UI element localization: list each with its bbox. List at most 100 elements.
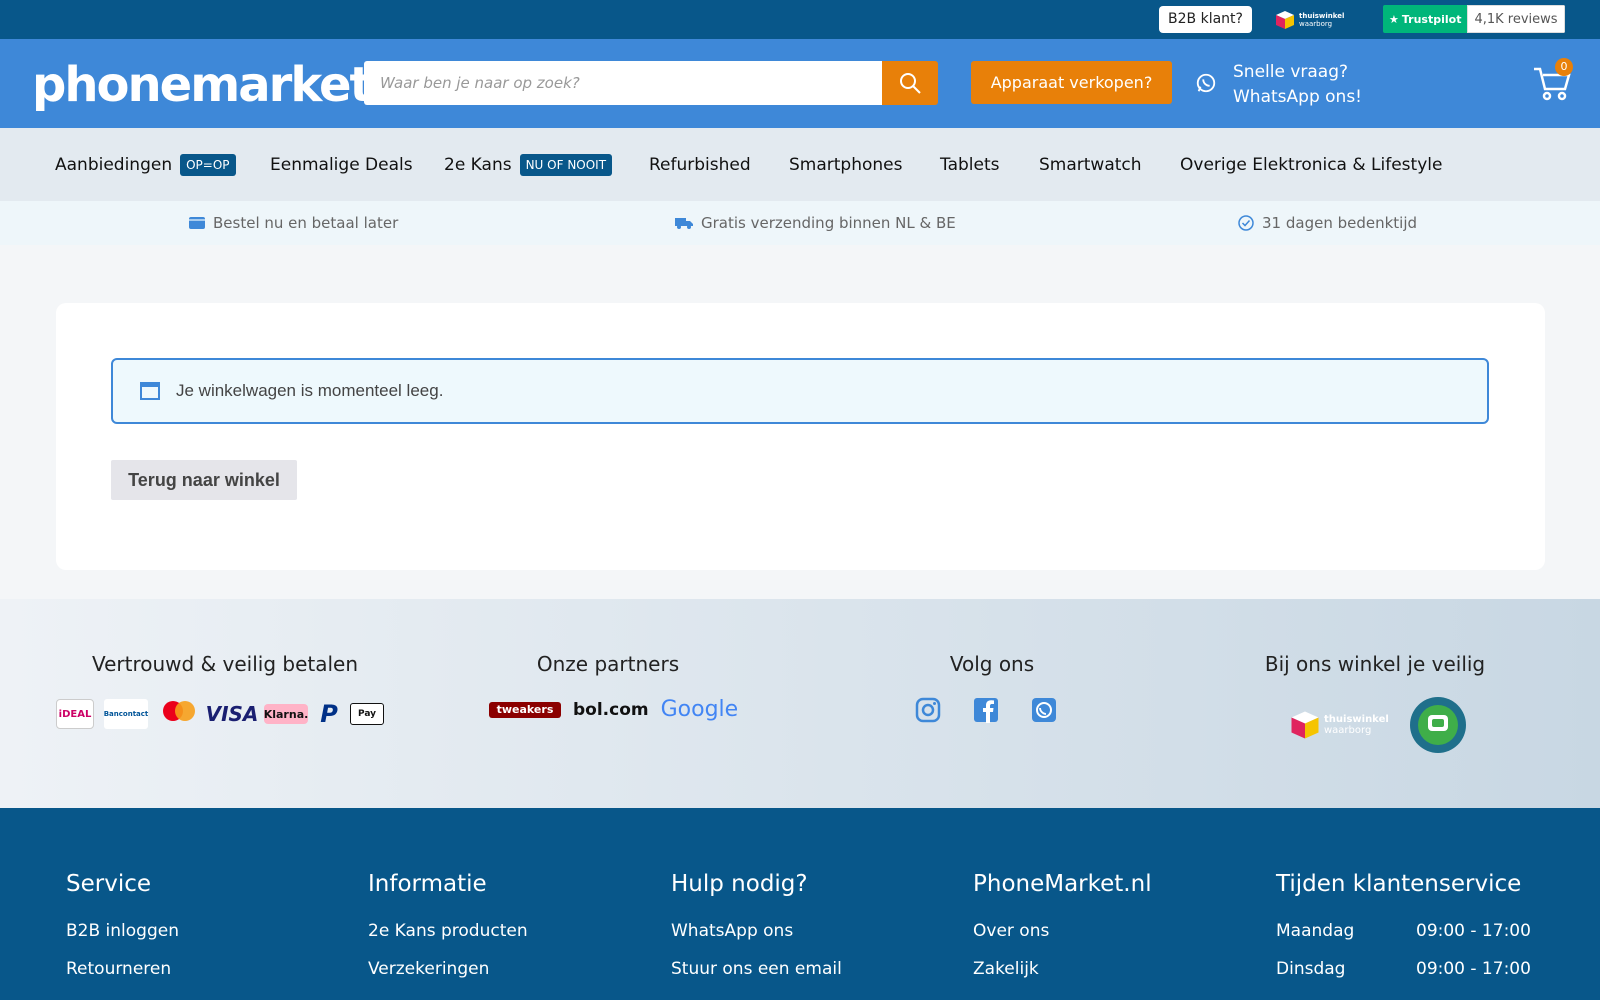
nav-item-tablets[interactable]: Tablets: [940, 128, 999, 201]
footer-link[interactable]: Zakelijk: [973, 959, 1039, 979]
nav-item-overige[interactable]: Overige Elektronica & Lifestyle: [1180, 128, 1442, 201]
bancontact-logo: Bancontact: [104, 699, 148, 729]
site-logo[interactable]: phonemarket: [32, 57, 372, 113]
main-nav: Aanbiedingen OP=OP Eenmalige Deals 2e Kan…: [0, 128, 1600, 201]
whatsapp-icon[interactable]: [1195, 72, 1217, 94]
footer-col-title: Service: [66, 871, 152, 897]
thuiswinkel-footer-logo: thuiswinkel waarborg: [1290, 710, 1389, 740]
nav-badge: OP=OP: [180, 153, 236, 176]
footer-col-title: Tijden klantenservice: [1276, 871, 1522, 897]
usp-label: Gratis verzending binnen NL & BE: [701, 214, 956, 232]
footer-link[interactable]: Over ons: [973, 921, 1049, 941]
header: phonemarket Apparaat verkopen? Snelle vr…: [0, 39, 1600, 128]
check-circle-icon: [1238, 215, 1254, 231]
footer-col-title: Informatie: [368, 871, 487, 897]
wallet-icon: [189, 217, 205, 229]
empty-cart-message: Je winkelwagen is momenteel leeg.: [176, 381, 444, 400]
trustpilot-widget[interactable]: ★ Trustpilot 4,1K reviews: [1383, 5, 1565, 33]
bolcom-logo: bol.com: [573, 699, 649, 720]
nav-badge: NU OF NOOIT: [519, 153, 613, 176]
partners-title: Onze partners: [536, 652, 680, 676]
usp-item: 31 dagen bedenktijd: [1238, 201, 1417, 245]
nav-item-smartphones[interactable]: Smartphones: [789, 128, 902, 201]
sell-device-button[interactable]: Apparaat verkopen?: [971, 61, 1172, 104]
window-icon: [140, 382, 160, 400]
usp-item: Gratis verzending binnen NL & BE: [675, 201, 956, 245]
nav-item-aanbiedingen[interactable]: Aanbiedingen OP=OP: [55, 128, 236, 201]
top-bar: B2B klant? thuiswinkel waarborg ★ Trustpil…: [0, 0, 1600, 39]
nav-label: 2e Kans: [444, 154, 512, 175]
footer-link[interactable]: WhatsApp ons: [671, 921, 793, 941]
klarna-logo: Klarna.: [264, 704, 308, 724]
back-to-shop-button[interactable]: Terug naar winkel: [111, 460, 297, 500]
visa-logo: VISA: [205, 702, 259, 726]
nav-item-smartwatch[interactable]: Smartwatch: [1039, 128, 1142, 201]
footer-col-title: Hulp nodig?: [671, 871, 808, 897]
trustpilot-reviews: 4,1K reviews: [1467, 5, 1565, 33]
google-logo: Google: [660, 697, 739, 722]
nav-item-2e-kans[interactable]: 2e Kans NU OF NOOIT: [444, 128, 613, 201]
follow-title: Volg ons: [949, 652, 1035, 676]
nav-label: Aanbiedingen: [55, 154, 173, 175]
safe-logos: thuiswinkel waarborg: [1290, 696, 1467, 754]
b2b-button[interactable]: B2B klant?: [1159, 6, 1252, 33]
whatsapp-icon[interactable]: [1031, 697, 1057, 723]
footer-link[interactable]: B2B inloggen: [66, 921, 179, 941]
cart-card: [56, 303, 1545, 570]
ideal-logo: iDEAL: [56, 699, 94, 729]
nav-label: Refurbished: [649, 154, 751, 175]
paypal-logo: P: [320, 700, 338, 728]
instagram-icon[interactable]: [915, 697, 941, 723]
footer: Service B2B inloggen Retourneren Informa…: [0, 808, 1600, 1000]
thuiswinkel-footer-bottom: waarborg: [1324, 725, 1372, 736]
usp-bar: Bestel nu en betaal later Gratis verzend…: [0, 201, 1600, 245]
nav-label: Overige Elektronica & Lifestyle: [1180, 154, 1443, 175]
nav-label: Smartwatch: [1039, 154, 1142, 175]
hours-day: Maandag: [1276, 921, 1355, 941]
hours-time: 09:00 - 17:00: [1416, 959, 1531, 979]
usp-item: Bestel nu en betaal later: [189, 201, 398, 245]
partner-logos: tweakers bol.com Google: [489, 697, 738, 722]
footer-link[interactable]: 2e Kans producten: [368, 921, 528, 941]
whatsapp-link[interactable]: Snelle vraag? WhatsApp ons!: [1233, 60, 1362, 110]
thuiswinkel-cube-icon: [1291, 711, 1319, 739]
nav-item-refurbished[interactable]: Refurbished: [649, 128, 751, 201]
footer-link[interactable]: Verzekeringen: [368, 959, 489, 979]
qshops-keurmerk-icon: [1409, 697, 1466, 753]
search-icon: [900, 73, 921, 94]
footer-link[interactable]: Stuur ons een email: [671, 959, 842, 979]
mastercard-logo: [158, 699, 200, 729]
search-input[interactable]: [364, 61, 882, 105]
tweakers-logo: tweakers: [489, 701, 561, 718]
cart-count-badge: 0: [1555, 58, 1573, 76]
whatsapp-line1: Snelle vraag?: [1233, 62, 1349, 82]
thuiswinkel-top-text: thuiswinkel: [1299, 12, 1345, 20]
nav-label: Eenmalige Deals: [270, 154, 413, 175]
usp-label: 31 dagen bedenktijd: [1262, 214, 1418, 232]
social-links: [915, 697, 1057, 723]
nav-label: Tablets: [940, 154, 1000, 175]
hours-day: Dinsdag: [1276, 959, 1346, 979]
truck-icon: [675, 218, 693, 229]
thuiswinkel-bottom-text: waarborg: [1299, 20, 1333, 28]
thuiswinkel-logo-icon: [1276, 11, 1294, 29]
hours-time: 09:00 - 17:00: [1416, 921, 1531, 941]
mastercard-icon: [163, 701, 195, 721]
star-icon: ★: [1389, 12, 1399, 26]
safe-title: Bij ons winkel je veilig: [1264, 652, 1486, 676]
usp-label: Bestel nu en betaal later: [213, 214, 399, 232]
thuiswinkel-footer-top: thuiswinkel: [1324, 714, 1389, 725]
footer-link[interactable]: Retourneren: [66, 959, 171, 979]
nav-item-eenmalige-deals[interactable]: Eenmalige Deals: [270, 128, 413, 201]
whatsapp-line2: WhatsApp ons!: [1233, 87, 1362, 107]
facebook-icon[interactable]: [973, 697, 999, 723]
trustpilot-label: Trustpilot: [1401, 12, 1462, 26]
empty-cart-alert: Je winkelwagen is momenteel leeg.: [111, 358, 1489, 424]
search-bar: [364, 61, 938, 105]
payment-logos: iDEAL Bancontact VISA Klarna. P Pay: [56, 699, 384, 729]
footer-col-title: PhoneMarket.nl: [973, 871, 1152, 897]
nav-label: Smartphones: [789, 154, 903, 175]
search-button[interactable]: [882, 61, 938, 105]
applepay-logo: Pay: [350, 703, 384, 725]
thuiswinkel-badge[interactable]: thuiswinkel waarborg: [1275, 9, 1344, 31]
